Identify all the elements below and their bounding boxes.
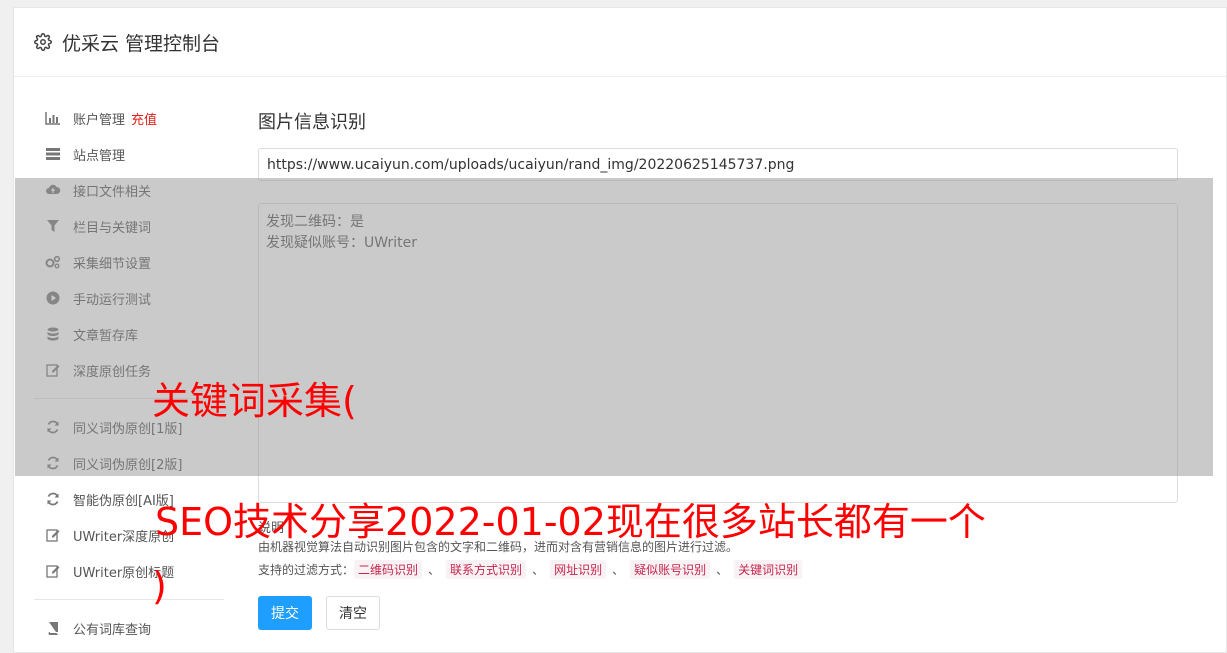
action-buttons: 提交 清空 — [258, 596, 1178, 630]
sidebar-item-uwriter-title[interactable]: UWriter原创标题 — [34, 553, 224, 589]
sidebar-divider — [34, 599, 224, 600]
book-icon — [44, 619, 62, 637]
overlay-text-line3: ) — [152, 564, 167, 608]
overlay-text-line1: 关键词采集( — [152, 379, 357, 423]
edit-icon — [44, 562, 62, 580]
filter-separator: 、 — [716, 562, 729, 577]
gear-icon — [34, 33, 52, 51]
sidebar-item-account[interactable]: 账户管理 充值 — [34, 100, 224, 136]
filter-tag-qrcode: 二维码识别 — [354, 559, 423, 579]
filter-tag-keyword: 关键词识别 — [734, 559, 803, 579]
page-header: 优采云 管理控制台 — [14, 8, 1226, 77]
sidebar-item-label: 公有词库查询 — [73, 622, 152, 638]
filter-methods: 支持的过滤方式： 二维码识别 、 联系方式识别 、 网址识别 、 疑似账号识别 … — [258, 557, 1178, 581]
filter-separator: 、 — [428, 562, 441, 577]
edit-icon — [44, 526, 62, 544]
filter-tag-account: 疑似账号识别 — [630, 559, 711, 579]
refresh-icon — [44, 490, 62, 508]
sidebar-item-sites[interactable]: 站点管理 — [34, 136, 224, 172]
filter-separator: 、 — [612, 562, 625, 577]
filter-tag-url: 网址识别 — [550, 559, 607, 579]
bar-chart-icon — [44, 109, 62, 127]
section-title: 图片信息识别 — [258, 112, 366, 133]
submit-button[interactable]: 提交 — [258, 596, 312, 630]
recharge-link[interactable]: 充值 — [131, 109, 157, 128]
clear-button[interactable]: 清空 — [326, 596, 380, 630]
sidebar-item-label: 账户管理 — [73, 112, 126, 128]
page-title: 优采云 管理控制台 — [62, 32, 221, 55]
filter-tag-contact: 联系方式识别 — [446, 559, 527, 579]
filter-separator: 、 — [532, 562, 545, 577]
sidebar-item-public-lexicon[interactable]: 公有词库查询 — [34, 610, 224, 646]
filter-methods-label: 支持的过滤方式： — [258, 562, 355, 577]
image-url-input[interactable] — [258, 148, 1178, 181]
sidebar-item-label: 站点管理 — [73, 148, 126, 164]
overlay-text-line2: SEO技术分享2022-01-02现在很多站长都有一个 — [155, 500, 986, 544]
overlay-band — [15, 178, 1213, 476]
server-icon — [44, 145, 62, 163]
